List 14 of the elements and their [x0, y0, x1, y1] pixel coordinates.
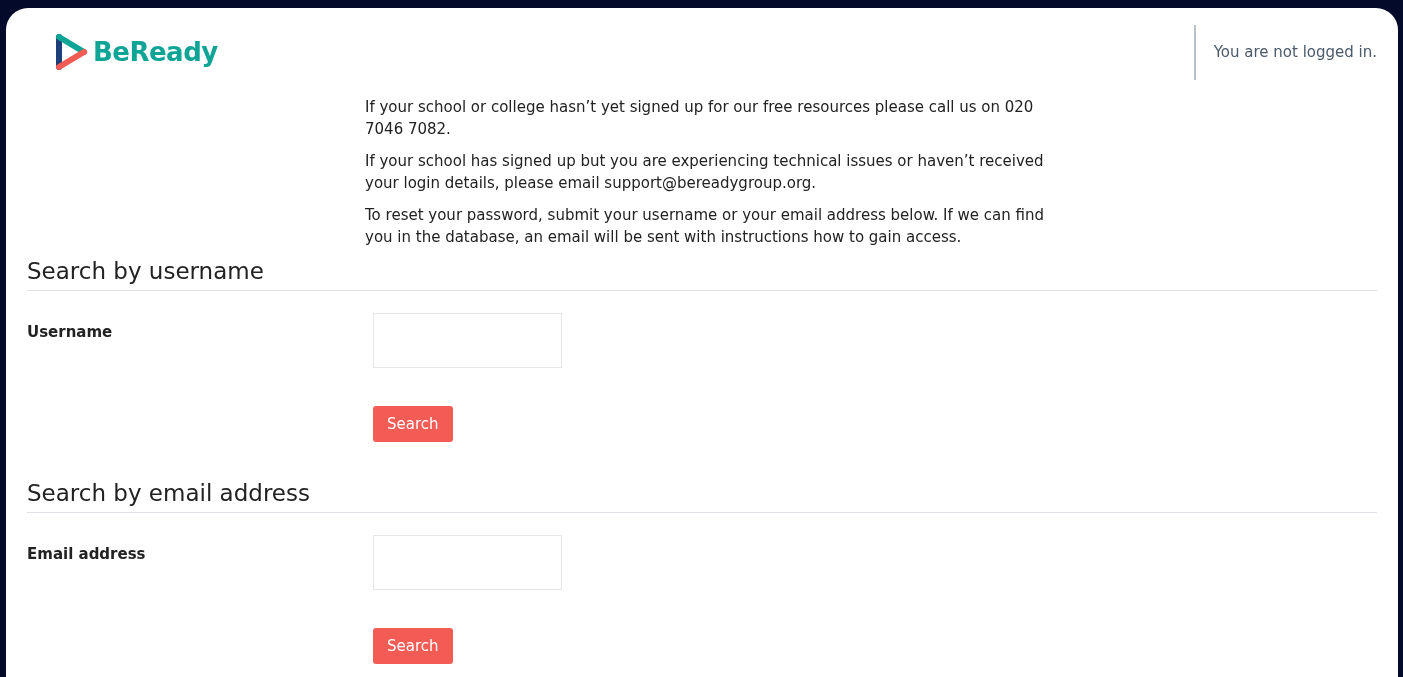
logo-icon [55, 33, 89, 71]
field-label: Email address [27, 543, 147, 565]
logo-text[interactable]: BeReady [93, 32, 218, 72]
input-field[interactable] [373, 312, 562, 368]
search-button[interactable]: Search [373, 627, 453, 665]
field-label: Username [27, 321, 114, 343]
section-heading: Search by username [27, 258, 1377, 291]
login-status: You are not logged in. [1213, 41, 1377, 63]
intro-paragraph: To reset your password, submit your username or your email address below. If we can find you in the database, an email will be sent with instructions how to gain access. [365, 205, 1045, 248]
intro-paragraph: If your school or college hasn’t yet signed up for our free resources please call us on 020 7046 7082. [365, 97, 1035, 140]
section-heading: Search by email address [27, 480, 1377, 513]
intro-paragraph: If your school has signed up but you are experiencing technical issues or haven’t received your login details, please email support@bereadygroup.org. [365, 151, 1045, 194]
input-field[interactable] [373, 534, 562, 590]
search-button[interactable]: Search [373, 405, 453, 443]
